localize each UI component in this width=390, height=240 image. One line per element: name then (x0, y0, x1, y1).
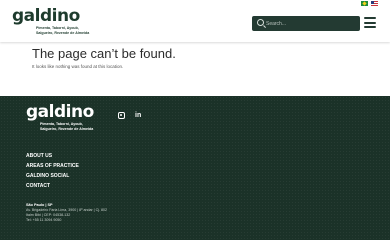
footer-nav: ABOUT US AREAS OF PRACTICE GALDINO SOCIA… (26, 153, 79, 189)
instagram-icon[interactable] (118, 112, 125, 119)
search-box (252, 16, 360, 31)
linkedin-icon[interactable]: in (135, 112, 141, 119)
address-phone[interactable]: Tel: +55 11 3094 9050 (26, 218, 107, 223)
hamburger-menu-icon[interactable] (364, 17, 376, 28)
footer-link-areas-of-practice[interactable]: AREAS OF PRACTICE (26, 163, 79, 169)
footer-link-contact[interactable]: CONTACT (26, 183, 79, 189)
footer-logo-tagline-line-2: Salgueiro, Rezende de Almeida (40, 127, 94, 132)
logo-tagline-line-1: Pimenta, Taborni, Ayoub, (36, 26, 79, 30)
page-title: The page can’t be found. (32, 46, 176, 61)
header-logo[interactable]: galdino Pimenta, Taborni, Ayoub, Salguei… (12, 6, 90, 36)
page-subtitle: It looks like nothing was found at this … (32, 64, 124, 69)
footer-address: São Paulo | SP Av. Brigadeiro Faria Lima… (26, 203, 107, 223)
brazil-flag-icon[interactable] (361, 1, 368, 6)
site-footer: galdino Pimenta, Taborni, Ayoub, Salguei… (0, 96, 390, 240)
hamburger-bar (364, 26, 376, 28)
hamburger-bar (364, 17, 376, 19)
hamburger-bar (364, 21, 376, 24)
logo-wordmark: galdino (12, 6, 80, 26)
usa-flag-icon[interactable] (371, 1, 378, 6)
search-input[interactable] (266, 18, 356, 29)
footer-link-galdino-social[interactable]: GALDINO SOCIAL (26, 173, 79, 179)
footer-logo-wordmark: galdino (26, 102, 94, 122)
logo-tagline-line-2: Salgueiro, Rezende de Almeida (36, 31, 90, 36)
search-icon[interactable] (257, 19, 264, 26)
language-switcher (361, 1, 378, 6)
footer-logo-tagline-line-1: Pimenta, Taborni, Ayoub, (40, 122, 83, 126)
footer-logo[interactable]: galdino Pimenta, Taborni, Ayoub, Salguei… (26, 102, 94, 132)
footer-link-about-us[interactable]: ABOUT US (26, 153, 79, 159)
social-links: in (118, 112, 141, 119)
site-header: galdino Pimenta, Taborni, Ayoub, Salguei… (0, 0, 390, 42)
